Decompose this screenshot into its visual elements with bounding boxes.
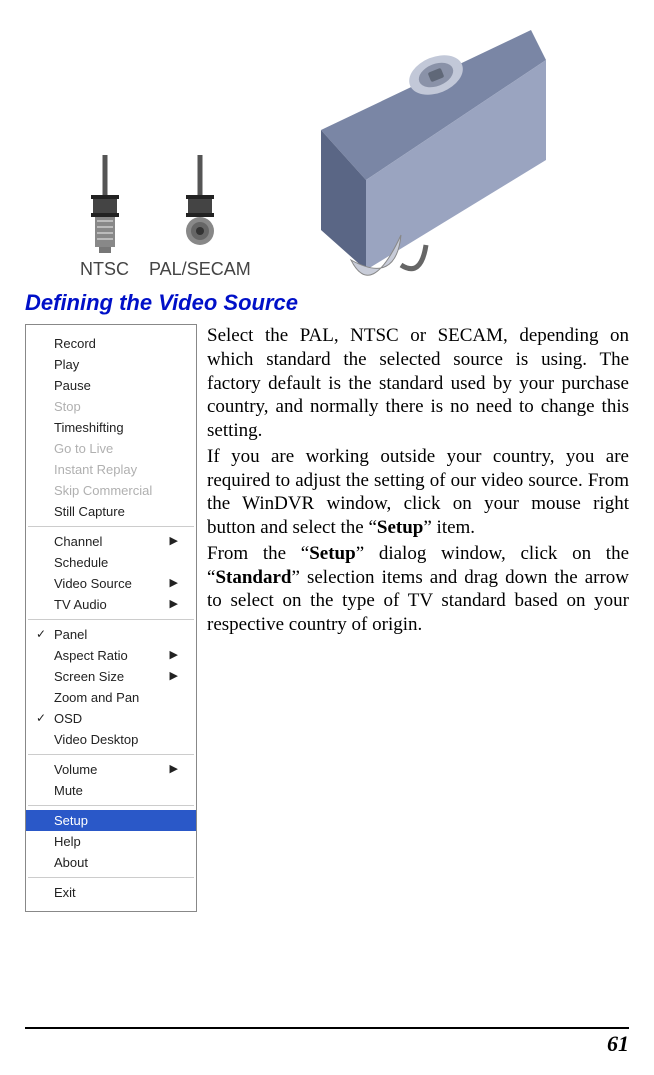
device-figure [281,20,551,280]
paragraph-2: If you are working outside your country,… [207,445,629,540]
menu-item-label: Channel [54,534,102,549]
menu-item-osd[interactable]: ✓ OSD [26,708,196,729]
palsecam-antenna: PAL/SECAM [149,155,251,280]
antenna-figure-group: NTSC PAL/SECAM [80,155,251,280]
menu-item-label: Instant Replay [54,462,137,477]
context-menu: Record Play Pause Stop Timeshifting Go to Liv… [25,324,197,912]
palsecam-antenna-icon [180,155,220,255]
chevron-right-icon: ▶ [170,576,178,589]
menu-item-label: About [54,855,88,870]
menu-item-video-desktop[interactable]: Video Desktop [26,729,196,750]
menu-item-label: Go to Live [54,441,113,456]
chevron-right-icon: ▶ [170,648,178,661]
menu-separator [28,526,194,527]
menu-item-label: Mute [54,783,83,798]
menu-item-stop[interactable]: Stop [26,396,196,417]
menu-item-label: Exit [54,885,76,900]
menu-item-play[interactable]: Play [26,354,196,375]
menu-item-label: Play [54,357,79,372]
menu-item-zoom-and-pan[interactable]: Zoom and Pan [26,687,196,708]
menu-item-label: Setup [54,813,88,828]
menu-item-label: Screen Size [54,669,124,684]
menu-item-skip-commercial[interactable]: Skip Commercial [26,480,196,501]
menu-item-schedule[interactable]: Schedule [26,552,196,573]
menu-item-label: TV Audio [54,597,107,612]
menu-item-tv-audio[interactable]: TV Audio ▶ [26,594,196,615]
menu-item-record[interactable]: Record [26,333,196,354]
menu-item-instant-replay[interactable]: Instant Replay [26,459,196,480]
menu-item-label: Record [54,336,96,351]
chevron-right-icon: ▶ [170,597,178,610]
paragraph-3: From the “Setup” dialog window, click on… [207,542,629,637]
paragraph-1: Select the PAL, NTSC or SECAM, depending… [207,324,629,443]
menu-item-label: Timeshifting [54,420,124,435]
ntsc-antenna: NTSC [80,155,129,280]
menu-item-label: Panel [54,627,87,642]
menu-item-exit[interactable]: Exit [26,882,196,903]
menu-item-label: Skip Commercial [54,483,152,498]
chevron-right-icon: ▶ [170,669,178,682]
menu-item-label: Zoom and Pan [54,690,139,705]
section-title: Defining the Video Source [25,290,629,316]
menu-separator [28,754,194,755]
menu-item-label: Video Source [54,576,132,591]
menu-item-label: Still Capture [54,504,125,519]
menu-item-label: Help [54,834,81,849]
chevron-right-icon: ▶ [170,762,178,775]
menu-item-timeshifting[interactable]: Timeshifting [26,417,196,438]
menu-item-label: Pause [54,378,91,393]
menu-item-aspect-ratio[interactable]: Aspect Ratio ▶ [26,645,196,666]
menu-item-label: Video Desktop [54,732,138,747]
menu-item-volume[interactable]: Volume ▶ [26,759,196,780]
ntsc-label: NTSC [80,259,129,280]
menu-item-pause[interactable]: Pause [26,375,196,396]
menu-item-mute[interactable]: Mute [26,780,196,801]
menu-item-still-capture[interactable]: Still Capture [26,501,196,522]
menu-separator [28,805,194,806]
menu-item-panel[interactable]: ✓ Panel [26,624,196,645]
checkmark-icon: ✓ [36,711,46,725]
menu-item-channel[interactable]: Channel ▶ [26,531,196,552]
ntsc-antenna-icon [85,155,125,255]
menu-item-go-to-live[interactable]: Go to Live [26,438,196,459]
menu-item-label: OSD [54,711,82,726]
menu-item-help[interactable]: Help [26,831,196,852]
menu-item-video-source[interactable]: Video Source ▶ [26,573,196,594]
palsecam-label: PAL/SECAM [149,259,251,280]
menu-item-label: Schedule [54,555,108,570]
body-text: Select the PAL, NTSC or SECAM, depending… [207,324,629,639]
page-number: 61 [607,1031,629,1056]
menu-separator [28,619,194,620]
menu-separator [28,877,194,878]
menu-item-label: Stop [54,399,81,414]
page-footer: 61 [25,1027,629,1057]
menu-item-setup[interactable]: Setup [26,810,196,831]
chevron-right-icon: ▶ [170,534,178,547]
menu-item-about[interactable]: About [26,852,196,873]
menu-item-label: Aspect Ratio [54,648,128,663]
device-icon [281,20,551,280]
top-figures: NTSC PAL/SECAM [25,20,629,280]
menu-item-screen-size[interactable]: Screen Size ▶ [26,666,196,687]
checkmark-icon: ✓ [36,627,46,641]
menu-item-label: Volume [54,762,97,777]
